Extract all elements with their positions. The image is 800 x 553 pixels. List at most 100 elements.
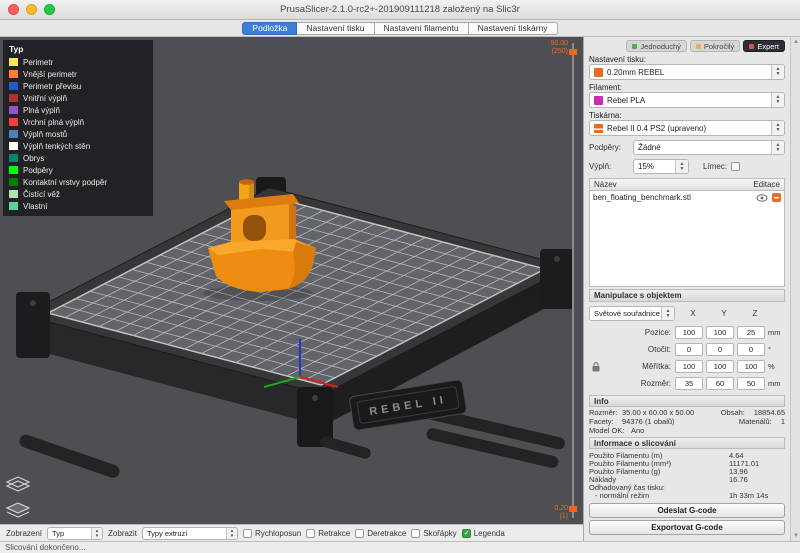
print-time-value: 1h 33m 14s <box>729 491 768 500</box>
legend-item: Plná výplň <box>9 104 147 116</box>
infill-select[interactable]: 15% ▲▼ <box>633 159 689 174</box>
scroll-up-icon[interactable]: ▲ <box>793 39 799 45</box>
window-title: PrusaSlicer-2.1.0-rc2+-201909111218 zalo… <box>280 4 520 15</box>
sliced-row: Použito Filamentu (mm³)11171.01 <box>589 459 785 467</box>
dropdown-arrows-icon: ▲▼ <box>771 141 784 154</box>
sidebar: Jednoduchý Pokročilý Expert Nastavení ti… <box>583 37 790 541</box>
export-gcode-button[interactable]: Exportovat G-code <box>589 520 785 535</box>
color-swatch <box>9 202 18 210</box>
rotation-row: Otočit: ° <box>589 342 785 357</box>
color-swatch <box>9 166 18 174</box>
3d-viewport[interactable]: REBEL II <box>0 37 583 524</box>
checkbox-icon[interactable] <box>355 529 364 538</box>
checkbox-icon[interactable] <box>243 529 252 538</box>
info-row-facets: Facety: 94376 (1 obalů) Materiálů: 1 <box>589 417 785 426</box>
traffic-lights <box>8 4 55 15</box>
mode-expert-button[interactable]: Expert <box>743 40 785 52</box>
edit-object-icon[interactable] <box>772 193 781 202</box>
printer-icon <box>594 124 603 133</box>
supports-row: Podpěry: Žádné ▲▼ <box>589 140 785 155</box>
uniform-scale-lock-icon[interactable] <box>592 362 600 372</box>
legend-item: Obrys <box>9 152 147 164</box>
view-select[interactable]: Typ ▲▼ <box>47 527 103 540</box>
tab-filament-settings[interactable]: Nastavení filamentu <box>375 22 469 35</box>
position-y-input[interactable] <box>706 326 734 339</box>
print-settings-select[interactable]: 0.20mm REBEL ▲▼ <box>589 64 785 80</box>
position-x-input[interactable] <box>675 326 703 339</box>
color-swatch <box>9 142 18 150</box>
checkbox-retractions[interactable]: Retrakce <box>306 529 350 538</box>
minimize-button[interactable] <box>26 4 37 15</box>
rotation-y-input[interactable] <box>706 343 734 356</box>
checkbox-unretractions[interactable]: Deretrakce <box>355 529 406 538</box>
coordinates-row: Světové souřadnice ▲▼ X Y Z <box>589 306 785 321</box>
axis-y-header: Y <box>710 309 738 318</box>
object-list[interactable]: ben_floating_benchmark.stl <box>589 191 785 287</box>
mode-expert-dot-icon <box>749 44 754 49</box>
layers-3d-icon[interactable] <box>5 475 31 495</box>
dropdown-arrows-icon: ▲▼ <box>771 121 784 135</box>
close-button[interactable] <box>8 4 19 15</box>
printer-select[interactable]: Rebel II 0.4 PS2 (upraveno) ▲▼ <box>589 120 785 136</box>
layer-slider-track[interactable] <box>572 43 574 518</box>
scale-x-input[interactable] <box>675 360 703 373</box>
checkbox-shells[interactable]: Skořápky <box>411 529 456 538</box>
size-row: Rozměr: mm <box>589 376 785 391</box>
scale-z-input[interactable] <box>737 360 765 373</box>
gcode-toolbar: Zobrazení Typ ▲▼ Zobrazit Typy extruzí ▲… <box>0 524 583 541</box>
tab-plater[interactable]: Podložka <box>242 22 297 35</box>
coordinate-system-select[interactable]: Světové souřadnice ▲▼ <box>589 306 675 321</box>
supports-label: Podpěry: <box>589 143 633 152</box>
checkbox-legend[interactable]: Legenda <box>462 529 505 538</box>
size-z-input[interactable] <box>737 377 765 390</box>
checkbox-checked-icon[interactable] <box>462 529 471 538</box>
print-time-label: Odhadovaný čas tisku: <box>589 483 785 491</box>
layer-slider-handle-top[interactable] <box>569 49 577 55</box>
mode-simple-button[interactable]: Jednoduchý <box>626 40 686 52</box>
axis-x-header: X <box>679 309 707 318</box>
mode-advanced-button[interactable]: Pokročilý <box>690 40 740 52</box>
maximize-button[interactable] <box>44 4 55 15</box>
send-gcode-button[interactable]: Odeslat G-code <box>589 503 785 518</box>
edit-column-header: Editace <box>753 180 780 189</box>
size-y-input[interactable] <box>706 377 734 390</box>
show-select[interactable]: Typy extruzí ▲▼ <box>142 527 238 540</box>
size-x-input[interactable] <box>675 377 703 390</box>
layers-stack-icon[interactable] <box>5 499 31 519</box>
color-swatch <box>9 130 18 138</box>
sliced-info-header: Informace o slicování <box>589 437 785 449</box>
view-mode-icons <box>5 475 31 519</box>
visibility-eye-icon[interactable] <box>756 194 768 202</box>
color-swatch <box>9 178 18 186</box>
legend-item: Kontaktní vrstvy podpěr <box>9 176 147 188</box>
tab-print-settings[interactable]: Nastavení tisku <box>297 22 374 35</box>
layer-slider-handle-bottom[interactable] <box>569 506 577 512</box>
info-facets-value: 94376 (1 obalů) <box>622 417 739 426</box>
brim-label: Límec: <box>703 162 727 171</box>
color-swatch <box>9 154 18 162</box>
scale-y-input[interactable] <box>706 360 734 373</box>
rotation-x-input[interactable] <box>675 343 703 356</box>
object-row[interactable]: ben_floating_benchmark.stl <box>590 191 784 204</box>
rotation-z-input[interactable] <box>737 343 765 356</box>
layer-slider-top-label: 50.00 (250) <box>550 40 568 56</box>
filament-label: Filament: <box>589 83 785 92</box>
scale-row: Měřítka: % <box>589 359 785 374</box>
filament-select[interactable]: Rebel PLA ▲▼ <box>589 92 785 108</box>
color-swatch <box>9 70 18 78</box>
benchy-window <box>243 215 266 241</box>
supports-select[interactable]: Žádné ▲▼ <box>633 140 785 155</box>
dropdown-arrows-icon: ▲▼ <box>675 160 688 173</box>
tab-printer-settings[interactable]: Nastavení tiskárny <box>469 22 558 35</box>
sliced-row: Použito Filamentu (m)4.64 <box>589 451 785 459</box>
mode-advanced-dot-icon <box>696 44 701 49</box>
scroll-down-icon[interactable]: ▼ <box>793 533 799 539</box>
checkbox-icon[interactable] <box>411 529 420 538</box>
legend-item: Podpěry <box>9 164 147 176</box>
position-z-input[interactable] <box>737 326 765 339</box>
checkbox-icon[interactable] <box>306 529 315 538</box>
info-header: Info <box>589 395 785 407</box>
brim-checkbox[interactable] <box>731 162 740 171</box>
sidebar-scrollbar[interactable]: ▲ ▼ <box>790 37 800 541</box>
checkbox-travel[interactable]: Rychloposun <box>243 529 301 538</box>
